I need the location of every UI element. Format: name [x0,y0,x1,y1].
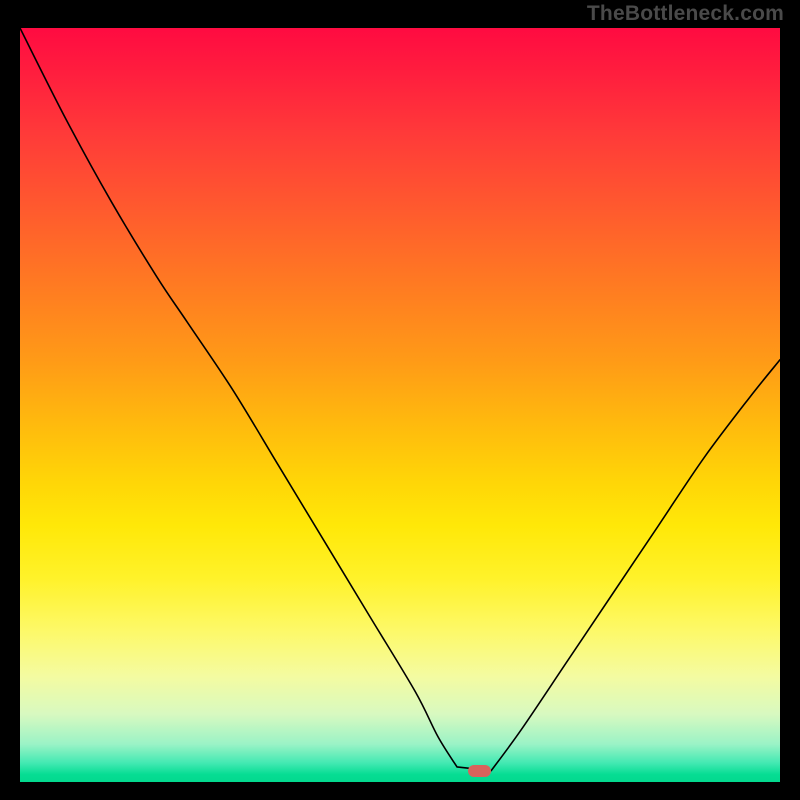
watermark-text: TheBottleneck.com [587,2,784,26]
curve-svg [20,28,780,782]
optimum-marker [468,765,491,777]
chart-frame: TheBottleneck.com [0,0,800,800]
bottleneck-curve-path [20,28,780,771]
plot-area [20,28,780,782]
